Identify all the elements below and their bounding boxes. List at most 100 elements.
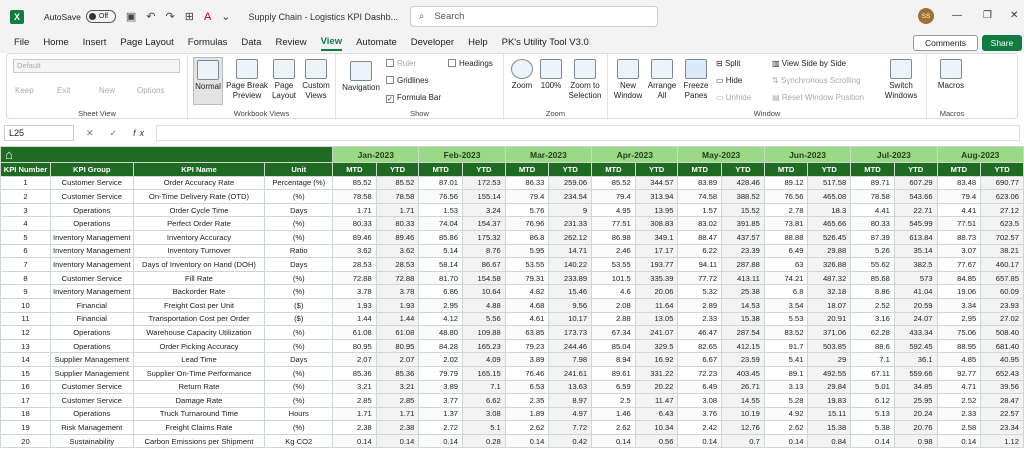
ytd-cell[interactable]: 0.28 <box>462 433 506 449</box>
ytd-cell[interactable]: 9.56 <box>548 297 593 313</box>
restore-icon[interactable]: ❐ <box>983 10 992 21</box>
kpi-group-cell[interactable]: Customer Service <box>49 379 134 395</box>
mtd-cell[interactable]: 2.62 <box>504 420 550 435</box>
kpi-number-cell[interactable]: 6 <box>0 243 51 259</box>
mtd-cell[interactable]: 4.85 <box>936 352 982 367</box>
ytd-cell[interactable]: 10.17 <box>548 311 593 327</box>
ytd-cell[interactable]: 259.06 <box>548 175 593 191</box>
kpi-name-cell[interactable]: Order Picking Accuracy <box>132 338 266 354</box>
ytd-cell[interactable]: 89.46 <box>375 229 420 245</box>
kpi-number-cell[interactable]: 11 <box>0 311 51 327</box>
unit-cell[interactable]: Days <box>264 352 334 367</box>
ytd-cell[interactable]: 526.45 <box>807 229 852 245</box>
mtd-cell[interactable]: 77.67 <box>936 257 982 272</box>
mtd-cell[interactable]: 76.96 <box>504 216 550 231</box>
ytd-cell[interactable]: 233.89 <box>548 270 593 286</box>
ytd-cell[interactable]: 329.5 <box>634 338 679 354</box>
mtd-cell[interactable]: 6.8 <box>763 284 809 299</box>
ytd-cell[interactable]: 13.95 <box>634 202 679 218</box>
mtd-cell[interactable]: 8.94 <box>591 352 636 367</box>
mtd-cell[interactable]: 78.58 <box>850 189 895 204</box>
share-button[interactable]: Share <box>982 35 1022 51</box>
kpi-group-cell[interactable]: Operations <box>49 202 134 218</box>
mtd-cell[interactable]: 4.12 <box>418 311 464 327</box>
ytd-cell[interactable]: 2.38 <box>375 420 420 435</box>
menu-view[interactable]: View <box>320 36 343 51</box>
kpi-name-cell[interactable]: Perfect Order Rate <box>132 216 266 231</box>
page-layout-button[interactable]: Page Layout <box>270 57 298 101</box>
ytd-cell[interactable]: 80.95 <box>375 338 420 354</box>
kpi-group-cell[interactable]: Customer Service <box>49 270 134 286</box>
mtd-cell[interactable]: 2.88 <box>591 311 636 327</box>
ruler-checkbox[interactable]: Ruler <box>386 59 416 69</box>
ytd-cell[interactable]: 14.53 <box>721 297 765 313</box>
minimize-icon[interactable]: — <box>952 10 962 21</box>
ytd-cell[interactable]: 308.83 <box>634 216 679 231</box>
mtd-cell[interactable]: 79.4 <box>504 189 550 204</box>
ytd-cell[interactable]: 517.58 <box>807 175 852 191</box>
mtd-cell[interactable]: 5.53 <box>763 311 809 327</box>
mtd-cell[interactable]: 5.38 <box>850 420 895 435</box>
kpi-name-cell[interactable]: Damage Rate <box>132 393 266 408</box>
zoom-button[interactable]: Zoom <box>508 57 536 91</box>
mtd-cell[interactable]: 86.8 <box>504 229 550 245</box>
ytd-cell[interactable]: 7.72 <box>548 420 593 435</box>
ytd-cell[interactable]: 12.76 <box>721 420 765 435</box>
ytd-cell[interactable]: 331.22 <box>634 365 679 381</box>
cancel-icon[interactable]: ✕ <box>86 128 98 139</box>
ytd-cell[interactable]: 6.43 <box>634 406 679 422</box>
mtd-cell[interactable]: 88.95 <box>936 338 982 354</box>
kpi-name-cell[interactable]: Inventory Turnover <box>132 243 266 259</box>
mtd-cell[interactable]: 72.88 <box>332 270 377 286</box>
ytd-cell[interactable]: 11.64 <box>634 297 679 313</box>
kpi-group-cell[interactable]: Inventory Management <box>49 257 134 272</box>
ytd-cell[interactable]: 27.12 <box>980 202 1024 218</box>
zoom-100-button[interactable]: 100% <box>538 57 564 91</box>
mtd-cell[interactable]: 6.59 <box>591 379 636 395</box>
mtd-cell[interactable]: 4.71 <box>936 379 982 395</box>
ytd-cell[interactable]: 175.32 <box>462 229 506 245</box>
mtd-cell[interactable]: 2.33 <box>677 311 723 327</box>
mtd-cell[interactable]: 76.56 <box>418 189 464 204</box>
mtd-cell[interactable]: 74.58 <box>677 189 723 204</box>
ytd-cell[interactable]: 15.11 <box>807 406 852 422</box>
ytd-cell[interactable]: 3.21 <box>375 379 420 395</box>
mtd-cell[interactable]: 2.08 <box>591 297 636 313</box>
mtd-cell[interactable]: 58.14 <box>418 257 464 272</box>
options-button[interactable]: Options <box>137 86 165 96</box>
ytd-cell[interactable]: 165.15 <box>462 365 506 381</box>
hide-button[interactable]: ▭ Hide <box>716 76 742 86</box>
kpi-number-cell[interactable]: 20 <box>0 433 51 449</box>
mtd-cell[interactable]: 1.93 <box>332 297 377 313</box>
mtd-cell[interactable]: 6.53 <box>504 379 550 395</box>
new-window-button[interactable]: New Window <box>612 57 644 101</box>
avatar[interactable]: SS <box>918 8 934 24</box>
ytd-cell[interactable]: 36.1 <box>893 352 938 367</box>
ytd-cell[interactable]: 1.71 <box>375 202 420 218</box>
mtd-cell[interactable]: 2.62 <box>763 420 809 435</box>
ytd-cell[interactable]: 7.98 <box>548 352 593 367</box>
mtd-cell[interactable]: 5.41 <box>763 352 809 367</box>
ytd-cell[interactable]: 38.21 <box>980 243 1024 259</box>
ytd-cell[interactable]: 25.38 <box>721 284 765 299</box>
mtd-cell[interactable]: 85.36 <box>332 365 377 381</box>
mtd-cell[interactable]: 6.67 <box>677 352 723 367</box>
formula-input[interactable] <box>156 125 1020 141</box>
reset-position-button[interactable]: ▤ Reset Window Position <box>772 93 864 103</box>
ytd-cell[interactable]: 61.08 <box>375 325 420 340</box>
enter-icon[interactable]: ✓ <box>110 128 122 139</box>
ytd-cell[interactable]: 465.66 <box>807 216 852 231</box>
ytd-cell[interactable]: 287.54 <box>721 325 765 340</box>
mtd-cell[interactable]: 85.86 <box>418 229 464 245</box>
page-break-button[interactable]: Page Break Preview <box>225 57 269 101</box>
kpi-number-cell[interactable]: 17 <box>0 393 51 408</box>
ytd-cell[interactable]: 78.58 <box>375 189 420 204</box>
ytd-cell[interactable]: 234.54 <box>548 189 593 204</box>
mtd-cell[interactable]: 2.52 <box>850 297 895 313</box>
kpi-name-cell[interactable]: Return Rate <box>132 379 266 395</box>
ytd-cell[interactable]: 17.17 <box>634 243 679 259</box>
split-button[interactable]: ⊟ Split <box>716 59 741 69</box>
kpi-number-cell[interactable]: 8 <box>0 270 51 286</box>
mtd-cell[interactable]: 89.61 <box>591 365 636 381</box>
ytd-cell[interactable]: 14.55 <box>721 393 765 408</box>
